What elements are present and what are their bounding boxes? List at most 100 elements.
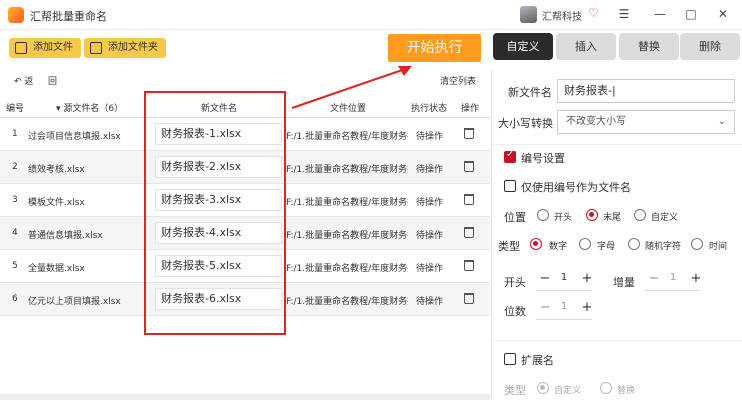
start-stepper[interactable]: − 1 + — [536, 269, 592, 291]
row-path: F:/1.批量重命名教程/年度财务报表 — [286, 132, 408, 142]
minimize-button[interactable]: — — [650, 5, 670, 23]
position-custom-label: 自定义 — [651, 213, 679, 223]
row-status: 待操作 — [416, 198, 444, 208]
tab-delete[interactable]: 删除 — [680, 33, 740, 60]
digits-stepper[interactable]: − 1 + — [536, 298, 592, 320]
type-number-label: 数字 — [549, 242, 568, 252]
plus-icon[interactable]: + — [689, 271, 703, 286]
ext-replace-label: 替换 — [617, 386, 636, 396]
header-path: 文件位置 — [330, 104, 367, 114]
only-number-checkbox[interactable] — [504, 180, 516, 192]
file-table: 编号 ▾ 源文件名（6） 新文件名 文件位置 执行状态 操作 1 过会项目信息填… — [0, 96, 490, 316]
trash-icon[interactable] — [464, 293, 474, 304]
add-file-button[interactable]: 添加文件 — [9, 38, 81, 58]
case-value: 不改变大小写 — [566, 116, 626, 127]
type-number-radio[interactable] — [530, 238, 542, 250]
table-row[interactable]: 1 过会项目信息填报.xlsx 财务报表-1.xlsx F:/1.批量重命名教程… — [0, 118, 490, 151]
header-source[interactable]: ▾ 源文件名（6） — [56, 101, 123, 114]
step-value[interactable]: 1 — [663, 272, 683, 283]
position-start-radio[interactable] — [537, 209, 549, 221]
tab-custom[interactable]: 自定义 — [493, 33, 553, 60]
add-folder-button[interactable]: 添加文件夹 — [84, 38, 166, 58]
divider — [492, 144, 742, 145]
minus-icon[interactable]: − — [647, 271, 661, 286]
horizontal-scrollbar[interactable] — [0, 394, 490, 400]
row-new-name: 财务报表-2.xlsx — [155, 156, 282, 178]
row-source-name: 普通信息填报.xlsx — [28, 231, 103, 241]
account-name[interactable]: 汇帮科技 — [542, 8, 582, 23]
row-new-name: 财务报表-3.xlsx — [155, 189, 282, 211]
type-time-radio[interactable] — [691, 238, 703, 250]
plus-icon[interactable]: + — [580, 271, 594, 286]
clear-list-button[interactable]: 清空列表 — [440, 74, 476, 87]
newname-input[interactable]: 财务报表-| — [557, 79, 735, 103]
digits-label: 位数 — [504, 305, 526, 318]
position-custom-radio[interactable] — [634, 209, 646, 221]
table-row[interactable]: 3 模板文件.xlsx 财务报表-3.xlsx F:/1.批量重命名教程/年度财… — [0, 184, 490, 217]
add-folder-label: 添加文件夹 — [108, 42, 158, 53]
row-status: 待操作 — [416, 297, 444, 307]
divider — [492, 340, 742, 341]
type-random-radio[interactable] — [628, 238, 640, 250]
back-button[interactable]: ↶ 返 — [14, 74, 33, 87]
add-file-label: 添加文件 — [33, 42, 73, 53]
position-end-radio[interactable] — [586, 209, 598, 221]
row-index: 2 — [12, 162, 18, 172]
vip-heart-icon[interactable]: ♡ — [588, 6, 599, 20]
table-row[interactable]: 5 全量数据.xlsx 财务报表-5.xlsx F:/1.批量重命名教程/年度财… — [0, 250, 490, 283]
row-source-name: 亿元以上项目填报.xlsx — [28, 297, 121, 307]
trash-icon[interactable] — [464, 194, 474, 205]
title-bar: 汇帮批量重命名 汇帮科技 ♡ ☰ — □ ✕ — [0, 0, 742, 30]
maximize-button[interactable]: □ — [681, 5, 701, 23]
table-row[interactable]: 6 亿元以上项目填报.xlsx 财务报表-6.xlsx F:/1.批量重命名教程… — [0, 283, 490, 316]
chevron-down-icon: ⌄ — [717, 116, 726, 127]
type-letter-radio[interactable] — [579, 238, 591, 250]
step-label: 增量 — [613, 276, 635, 289]
numbering-checkbox[interactable] — [504, 149, 516, 163]
tab-replace[interactable]: 替换 — [619, 33, 679, 60]
row-source-name: 绩效考核.xlsx — [28, 165, 85, 175]
undo-icon: ↶ — [14, 77, 22, 87]
sub-toolbar: ↶ 返 回 清空列表 — [0, 70, 490, 92]
trash-icon[interactable] — [464, 128, 474, 139]
row-source-name: 过会项目信息填报.xlsx — [28, 132, 121, 142]
trash-icon[interactable] — [464, 260, 474, 271]
refresh-button[interactable]: 回 — [48, 74, 57, 87]
row-path: F:/1.批量重命名教程/年度财务报表 — [286, 231, 408, 241]
header-index: 编号 — [6, 104, 25, 114]
table-header: 编号 ▾ 源文件名（6） 新文件名 文件位置 执行状态 操作 — [0, 96, 490, 118]
close-button[interactable]: ✕ — [713, 5, 733, 23]
type-label: 类型 — [498, 240, 520, 253]
extension-checkbox[interactable] — [504, 353, 516, 365]
row-index: 1 — [12, 129, 18, 139]
row-status: 待操作 — [416, 231, 444, 241]
start-button[interactable]: 开始执行 — [388, 34, 481, 62]
start-value[interactable]: 1 — [554, 272, 574, 283]
tab-insert[interactable]: 插入 — [556, 33, 616, 60]
start-label: 开头 — [504, 276, 526, 289]
row-index: 3 — [12, 195, 18, 205]
avatar[interactable] — [520, 6, 537, 23]
settings-panel: 新文件名 财务报表-| 大小写转换 不改变大小写 ⌄ 编号设置 仅使用编号作为文… — [491, 70, 742, 400]
position-label: 位置 — [504, 211, 526, 224]
menu-button[interactable]: ☰ — [614, 5, 634, 23]
ext-custom-label: 自定义 — [554, 386, 582, 396]
ext-replace-radio[interactable] — [600, 382, 612, 394]
step-stepper[interactable]: − 1 + — [645, 269, 701, 291]
ext-custom-radio[interactable] — [537, 382, 549, 394]
minus-icon[interactable]: − — [538, 271, 552, 286]
row-source-name: 全量数据.xlsx — [28, 264, 85, 274]
folder-icon — [90, 42, 102, 54]
plus-icon[interactable]: + — [580, 300, 594, 315]
trash-icon[interactable] — [464, 161, 474, 172]
case-select[interactable]: 不改变大小写 ⌄ — [557, 110, 735, 134]
table-row[interactable]: 4 普通信息填报.xlsx 财务报表-4.xlsx F:/1.批量重命名教程/年… — [0, 217, 490, 250]
table-row[interactable]: 2 绩效考核.xlsx 财务报表-2.xlsx F:/1.批量重命名教程/年度财… — [0, 151, 490, 184]
row-new-name: 财务报表-1.xlsx — [155, 123, 282, 145]
app-logo-icon — [8, 7, 24, 23]
minus-icon[interactable]: − — [538, 300, 552, 315]
trash-icon[interactable] — [464, 227, 474, 238]
row-status: 待操作 — [416, 132, 444, 142]
digits-value[interactable]: 1 — [554, 301, 574, 312]
numbering-label: 编号设置 — [521, 152, 565, 165]
